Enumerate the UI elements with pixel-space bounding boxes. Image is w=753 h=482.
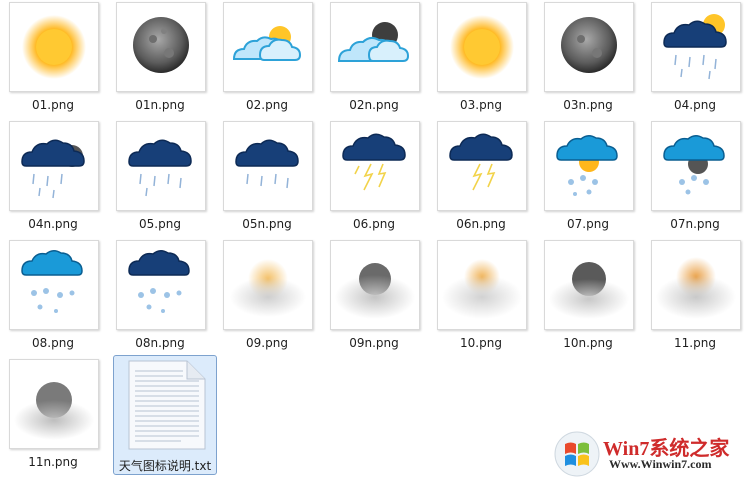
sun-fog-icon: [442, 259, 522, 319]
thumbnail: [437, 240, 527, 330]
file-name: 02.png: [246, 98, 288, 112]
moon-fog-icon: [14, 382, 94, 440]
file-item[interactable]: 06n.png: [428, 121, 534, 233]
thumbnail: [651, 2, 741, 92]
file-name: 10n.png: [563, 336, 613, 350]
moon-fog-icon: [549, 262, 629, 319]
file-name: 11n.png: [28, 455, 78, 469]
file-item[interactable]: 11.png: [642, 240, 748, 352]
thunderstorm-icon: [342, 133, 406, 191]
file-name: 08n.png: [135, 336, 185, 350]
sun-fog-icon: [656, 257, 736, 319]
file-item[interactable]: 02.png: [214, 2, 320, 114]
file-name: 07.png: [567, 217, 609, 231]
thumbnail: [437, 2, 527, 92]
thumbnail: [651, 121, 741, 211]
thumbnail: [437, 121, 527, 211]
file-name: 10.png: [460, 336, 502, 350]
file-name: 05n.png: [242, 217, 292, 231]
dark-cloud-snow-icon: [128, 250, 190, 313]
sun-icon: [22, 15, 86, 79]
file-item[interactable]: 01.png: [0, 2, 106, 114]
thumbnail: [544, 240, 634, 330]
file-item[interactable]: 04.png: [642, 2, 748, 114]
file-item[interactable]: 05.png: [107, 121, 213, 233]
file-item[interactable]: 11n.png: [0, 359, 106, 471]
dark-cloud-rain-icon: [128, 139, 192, 197]
file-grid: 01.png 01n.png 02.png 02n.png 03.png 03n…: [0, 0, 753, 482]
file-item-selected[interactable]: 天气图标说明.txt: [112, 359, 218, 473]
thunderstorm-icon: [449, 133, 513, 191]
file-name: 09n.png: [349, 336, 399, 350]
file-item[interactable]: 10n.png: [535, 240, 641, 352]
file-name: 03.png: [460, 98, 502, 112]
thumbnail: [330, 121, 420, 211]
file-name: 06.png: [353, 217, 395, 231]
file-name: 01n.png: [135, 98, 185, 112]
file-item[interactable]: 01n.png: [107, 2, 213, 114]
moon-icon: [561, 17, 617, 73]
thumbnail: [651, 240, 741, 330]
thumbnail: [9, 240, 99, 330]
file-item[interactable]: 07.png: [535, 121, 641, 233]
watermark-logo: Win7系统之家 Www.Winwin7.com: [553, 430, 749, 478]
file-item[interactable]: 04n.png: [0, 121, 106, 233]
file-name: 天气图标说明.txt: [118, 459, 212, 473]
file-name: 04.png: [674, 98, 716, 112]
watermark-url: Www.Winwin7.com: [609, 457, 712, 471]
file-item[interactable]: 03n.png: [535, 2, 641, 114]
sun-behind-clouds-icon: [232, 26, 302, 61]
file-name: 03n.png: [563, 98, 613, 112]
dark-cloud-rain-icon: [235, 139, 299, 189]
file-item[interactable]: 06.png: [321, 121, 427, 233]
thumbnail: [116, 2, 206, 92]
file-name: 08.png: [32, 336, 74, 350]
file-name: 07n.png: [670, 217, 720, 231]
sun-dark-cloud-rain-icon: [663, 14, 727, 80]
file-item[interactable]: 02n.png: [321, 2, 427, 114]
moon-fog-icon: [335, 263, 415, 319]
file-name: 06n.png: [456, 217, 506, 231]
thumbnail: [330, 240, 420, 330]
thumbnail: [9, 121, 99, 211]
file-item[interactable]: 03.png: [428, 2, 534, 114]
sun-fog-icon: [230, 259, 306, 317]
thumbnail: [223, 240, 313, 330]
sun-icon: [450, 15, 514, 79]
file-item[interactable]: 07n.png: [642, 121, 748, 233]
file-name: 04n.png: [28, 217, 78, 231]
file-item[interactable]: 08.png: [0, 240, 106, 352]
file-name: 09.png: [246, 336, 288, 350]
thumbnail: [330, 2, 420, 92]
file-item[interactable]: 09.png: [214, 240, 320, 352]
thumbnail: [9, 359, 99, 449]
thumbnail: [116, 121, 206, 211]
thumbnail: [9, 2, 99, 92]
windows-logo-icon: [554, 431, 600, 477]
file-item[interactable]: 09n.png: [321, 240, 427, 352]
thumbnail: [223, 2, 313, 92]
thumbnail: [223, 121, 313, 211]
file-name: 01.png: [32, 98, 74, 112]
file-item[interactable]: 08n.png: [107, 240, 213, 352]
file-name: 05.png: [139, 217, 181, 231]
text-file-icon: [121, 359, 211, 451]
sun-cloud-snow-icon: [556, 135, 618, 196]
moon-icon: [133, 17, 189, 73]
moon-behind-clouds-icon: [337, 22, 410, 62]
cloud-snow-icon: [21, 250, 83, 313]
file-item[interactable]: 05n.png: [214, 121, 320, 233]
file-name: 11.png: [674, 336, 716, 350]
thumbnail: [544, 121, 634, 211]
file-item[interactable]: 10.png: [428, 240, 534, 352]
moon-cloud-snow-icon: [663, 135, 725, 195]
file-name: 02n.png: [349, 98, 399, 112]
thumbnail: [544, 2, 634, 92]
thumbnail: [116, 240, 206, 330]
moon-dark-cloud-rain-icon: [21, 139, 85, 199]
